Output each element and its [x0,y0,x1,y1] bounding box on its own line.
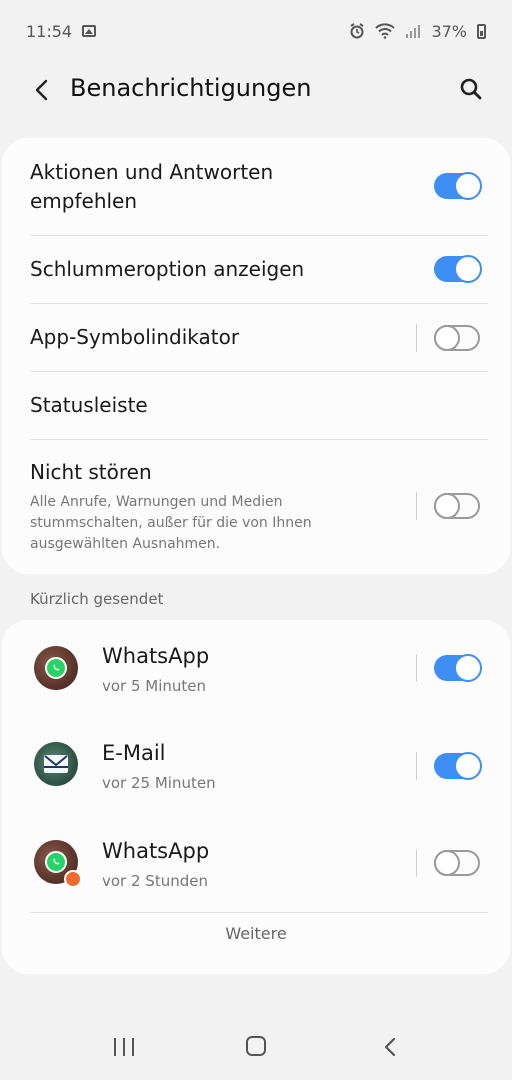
app-time: vor 25 Minuten [102,774,216,792]
back-button[interactable] [28,76,56,104]
app-name: E-Mail [102,741,166,765]
app-name: WhatsApp [102,644,210,668]
navigation-bar [0,1018,512,1080]
recent-app-item[interactable]: E-Mail vor 25 Minuten [2,718,510,816]
wifi-icon [375,23,396,39]
recent-app-item[interactable]: WhatsApp vor 5 Minuten [2,620,510,718]
app-time: vor 5 Minuten [102,677,207,695]
section-header-recent: Kürzlich gesendet [30,590,164,608]
app-time: vor 2 Stunden [102,872,208,890]
app-icon-badges-toggle[interactable] [434,325,480,351]
envelope-icon [44,755,68,773]
status-time: 11:54 [26,21,73,41]
separator [416,752,417,780]
battery-icon [477,23,486,39]
nav-back-button[interactable] [380,1036,402,1058]
home-button[interactable] [246,1036,266,1056]
setting-label: Statusleiste [30,393,148,417]
nav-back-icon [384,1037,396,1057]
app-name: WhatsApp [102,839,210,863]
setting-app-icon-badges[interactable]: App-Symbolindikator [2,304,510,372]
email-icon [34,742,78,786]
whatsapp-notifications-toggle[interactable] [434,850,480,876]
setting-label: Schlummeroption anzeigen [30,257,305,281]
more-button[interactable]: Weitere [2,924,510,943]
whatsapp-notifications-toggle[interactable] [434,654,482,682]
separator [416,324,417,352]
setting-label: empfehlen [30,189,138,213]
setting-do-not-disturb[interactable]: Nicht stören Alle Anrufe, Warnungen und … [2,440,510,574]
battery-percentage: 37% [431,21,467,41]
page-title: Benachrichtigungen [70,74,312,102]
search-button[interactable] [456,74,486,104]
search-icon [460,78,482,100]
email-notifications-toggle[interactable] [434,752,482,780]
status-left: 11:54 [26,21,97,41]
gallery-icon [82,25,97,37]
whatsapp-badge-icon [45,851,67,873]
setting-description: ausgewählten Ausnahmen. [30,536,221,552]
setting-description: Alle Anrufe, Warnungen und Medien [30,494,283,510]
recent-apps-button[interactable] [114,1038,134,1056]
header: Benachrichtigungen [0,62,512,118]
setting-label: Nicht stören [30,460,152,484]
recent-app-item[interactable]: WhatsApp vor 2 Stunden [2,816,510,914]
separator [416,492,417,520]
settings-card: Aktionen und Antworten empfehlen Schlumm… [2,138,510,574]
back-arrow-icon [35,79,48,101]
secondary-badge-icon [64,870,82,888]
separator [416,654,417,682]
separator [416,849,417,877]
setting-suggest-actions[interactable]: Aktionen und Antworten empfehlen [2,138,510,236]
recent-apps-card: WhatsApp vor 5 Minuten E-Mail vor 25 Min… [2,620,510,974]
whatsapp-badge-icon [45,657,67,679]
whatsapp-icon [34,840,82,888]
whatsapp-icon [34,646,78,690]
do-not-disturb-toggle[interactable] [434,493,480,519]
setting-description: stummschalten, außer für die von Ihnen [30,515,312,531]
snooze-option-toggle[interactable] [434,255,482,283]
status-right: 37% [349,22,486,41]
alarm-icon [350,23,364,39]
status-bar: 11:54 37% [0,0,512,62]
suggest-actions-toggle[interactable] [434,172,482,200]
divider [30,912,488,913]
setting-label: App-Symbolindikator [30,325,240,349]
signal-icon [406,25,421,38]
setting-status-bar[interactable]: Statusleiste [2,372,510,440]
setting-label: Aktionen und Antworten [30,160,274,184]
setting-snooze-option[interactable]: Schlummeroption anzeigen [2,236,510,304]
